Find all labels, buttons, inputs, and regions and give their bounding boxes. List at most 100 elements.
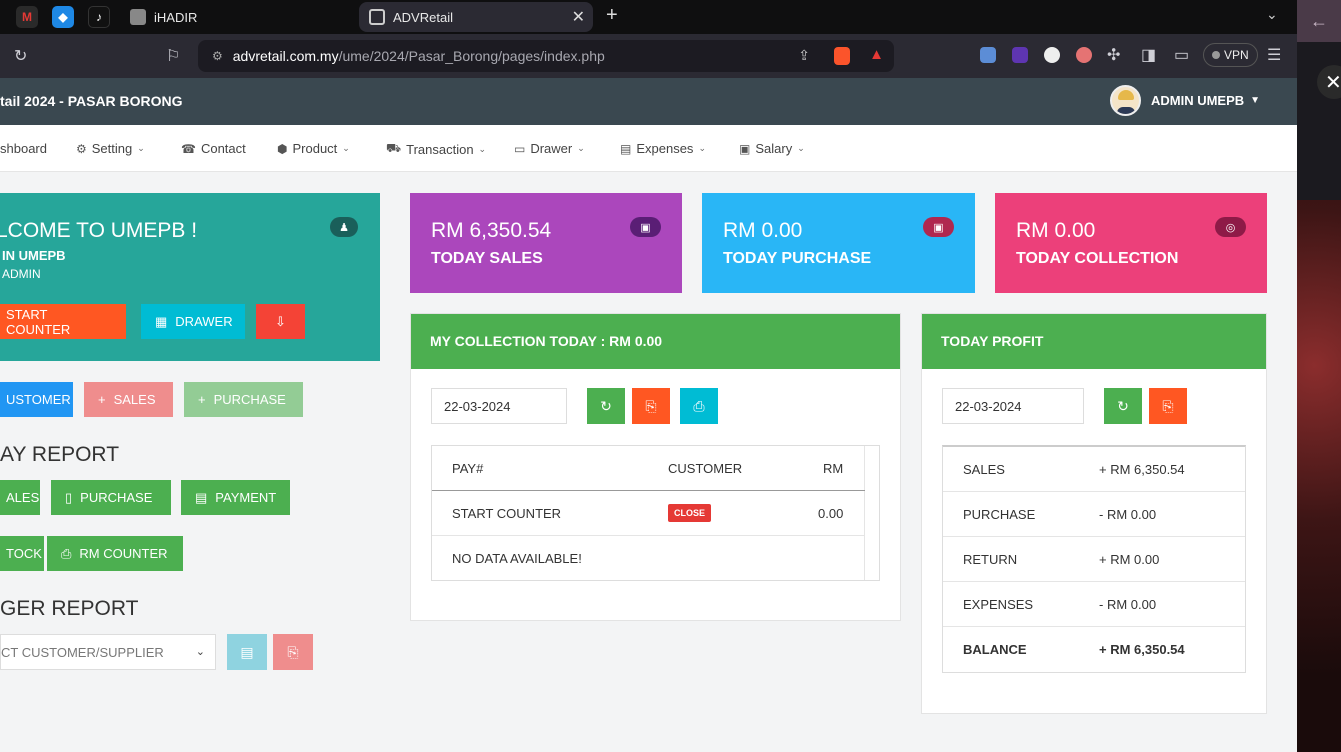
extension-icon[interactable]: [1044, 47, 1060, 63]
nav-dashboard[interactable]: shboard: [0, 141, 47, 156]
printer-icon: ⎙: [61, 545, 72, 561]
payment-report-button[interactable]: ▤ PAYMENT: [181, 480, 290, 515]
tiktok-tab-icon[interactable]: ♪: [88, 6, 110, 28]
wallet-icon[interactable]: ▭: [1174, 45, 1189, 65]
panel-title: TODAY PROFIT: [922, 314, 1266, 369]
table-row[interactable]: START COUNTER CLOSE 0.00: [432, 491, 865, 536]
close-icon[interactable]: ✕: [1317, 65, 1341, 99]
collection-table: PAY# CUSTOMER RM START COUNTER CLOSE 0.0…: [431, 445, 880, 581]
pdf-button[interactable]: ⎘: [1149, 388, 1187, 424]
nav-transaction[interactable]: ⛟ Transaction ⌄: [386, 141, 486, 157]
vpn-label: VPN: [1224, 48, 1249, 62]
welcome-card: LCOME TO UMEPB ! IN UMEPB ADMIN ♟ START …: [0, 193, 380, 361]
ledger-view-button[interactable]: ▤: [227, 634, 267, 670]
button-label: PURCHASE: [80, 490, 153, 505]
refresh-button[interactable]: ↻: [587, 388, 625, 424]
extension-icon[interactable]: [980, 47, 996, 63]
main-navbar: shboard ⚙ Setting ⌄ ☎ Contact ⬢ Product …: [0, 125, 1297, 172]
profit-panel: TODAY PROFIT 22-03-2024 ↻ ⎘ SALES + RM 6…: [921, 313, 1267, 714]
chevron-down-icon: ⌄: [342, 143, 350, 153]
vpn-button[interactable]: VPN: [1203, 43, 1258, 67]
add-sales-button[interactable]: + SALES: [84, 382, 173, 417]
plus-icon: +: [198, 392, 206, 407]
close-tab-icon[interactable]: ✕: [572, 7, 585, 27]
day-report-title: AY REPORT: [0, 443, 120, 466]
pdf-icon: ⎘: [1162, 397, 1174, 414]
address-bar[interactable]: ⚙ advretail.com.my/ume/2024/Pasar_Borong…: [198, 40, 894, 72]
puzzle-icon[interactable]: ✣: [1107, 45, 1120, 65]
tab-ihadir[interactable]: iHADIR: [120, 2, 350, 32]
reload-icon[interactable]: ↻: [14, 46, 27, 66]
start-counter-button[interactable]: START COUNTER: [0, 304, 126, 339]
gears-icon: ⚙: [76, 141, 87, 156]
rm-counter-button[interactable]: ⎙ RM COUNTER: [47, 536, 183, 571]
download-button[interactable]: ⇩: [256, 304, 305, 339]
cube-icon: ⬢: [277, 141, 288, 156]
panel-title: MY COLLECTION TODAY : RM 0.00: [411, 314, 900, 369]
avatar: [1110, 85, 1141, 116]
pdf-button[interactable]: ⎘: [632, 388, 670, 424]
nav-label: shboard: [0, 141, 47, 156]
nav-drawer[interactable]: ▭ Drawer ⌄: [514, 141, 585, 156]
tab-advretail[interactable]: ADVRetail ✕: [359, 2, 593, 32]
site-settings-icon[interactable]: ⚙: [212, 49, 223, 63]
tab-label: ADVRetail: [393, 9, 453, 25]
customer-supplier-select[interactable]: CT CUSTOMER/SUPPLIER ⌄: [0, 634, 216, 670]
today-purchase-card: RM 0.00 TODAY PURCHASE ▣: [702, 193, 975, 293]
profit-table: SALES + RM 6,350.54 PURCHASE - RM 0.00 R…: [942, 445, 1246, 673]
collection-date-input[interactable]: 22-03-2024: [431, 388, 567, 424]
profit-label: BALANCE: [963, 642, 1027, 657]
nav-product[interactable]: ⬢ Product ⌄: [277, 141, 350, 156]
extension-icon[interactable]: [1076, 47, 1092, 63]
new-tab-button[interactable]: +: [606, 4, 618, 27]
table-scrollbar[interactable]: [864, 446, 879, 580]
share-icon[interactable]: ⇪: [798, 47, 810, 64]
profit-value: - RM 0.00: [1099, 507, 1157, 522]
coins-icon: ◎: [1215, 217, 1246, 237]
bootstrap-extension-icon[interactable]: [1012, 47, 1028, 63]
nav-salary[interactable]: ▣ Salary ⌄: [739, 141, 805, 156]
profit-date-input[interactable]: 22-03-2024: [942, 388, 1084, 424]
profit-row-balance: BALANCE + RM 6,350.54: [943, 627, 1245, 672]
nav-contact[interactable]: ☎ Contact: [181, 141, 246, 156]
brave-rewards-icon[interactable]: ▲: [869, 46, 884, 63]
print-button[interactable]: ⎙: [680, 388, 718, 424]
nav-expenses[interactable]: ▤ Expenses ⌄: [620, 141, 706, 156]
nav-label: Product: [292, 141, 338, 156]
profit-label: EXPENSES: [963, 597, 1034, 612]
button-label: RM COUNTER: [79, 546, 168, 561]
clipboard-icon: ▯: [65, 489, 73, 505]
nav-setting[interactable]: ⚙ Setting ⌄: [76, 141, 145, 156]
sidebar-icon[interactable]: ◨: [1141, 45, 1156, 65]
add-purchase-button[interactable]: + PURCHASE: [184, 382, 303, 417]
back-arrow-icon[interactable]: ←: [1297, 0, 1341, 42]
nav-label: Transaction: [406, 141, 474, 157]
customer-button[interactable]: USTOMER: [0, 382, 73, 417]
profit-row-return: RETURN + RM 0.00: [943, 537, 1245, 582]
bookmark-icon[interactable]: ⚐: [166, 46, 180, 66]
drawer-button[interactable]: ▦ DRAWER: [141, 304, 245, 339]
refresh-button[interactable]: ↻: [1104, 388, 1142, 424]
menu-icon[interactable]: ☰: [1267, 45, 1281, 65]
brave-shields-icon[interactable]: [834, 47, 850, 65]
welcome-title: LCOME TO UMEPB !: [0, 219, 198, 242]
gmail-tab-icon[interactable]: M: [16, 6, 38, 28]
app-title: tail 2024 - PASAR BORONG: [0, 93, 183, 109]
profit-label: RETURN: [963, 552, 1018, 567]
tab-list-chevron-icon[interactable]: ⌄: [1266, 6, 1278, 23]
today-sales-card: RM 6,350.54 TODAY SALES ▣: [410, 193, 682, 293]
sales-report-button[interactable]: ALES: [0, 480, 40, 515]
jira-tab-icon[interactable]: ◆: [52, 6, 74, 28]
profit-row-expenses: EXPENSES - RM 0.00: [943, 582, 1245, 627]
button-label: PURCHASE: [213, 392, 286, 407]
ledger-pdf-button[interactable]: ⎘: [273, 634, 313, 670]
user-menu[interactable]: ADMIN UMEPB ▼: [1110, 85, 1260, 116]
money-icon: ▣: [630, 217, 661, 237]
money-icon: ▣: [739, 141, 751, 156]
pdf-icon: ⎘: [287, 643, 299, 660]
tab-label: iHADIR: [154, 9, 198, 25]
purchase-report-button[interactable]: ▯ PURCHASE: [51, 480, 171, 515]
stock-report-button[interactable]: TOCK: [0, 536, 44, 571]
pay-cell: START COUNTER: [452, 506, 562, 521]
laptop-icon: ▭: [514, 141, 526, 156]
